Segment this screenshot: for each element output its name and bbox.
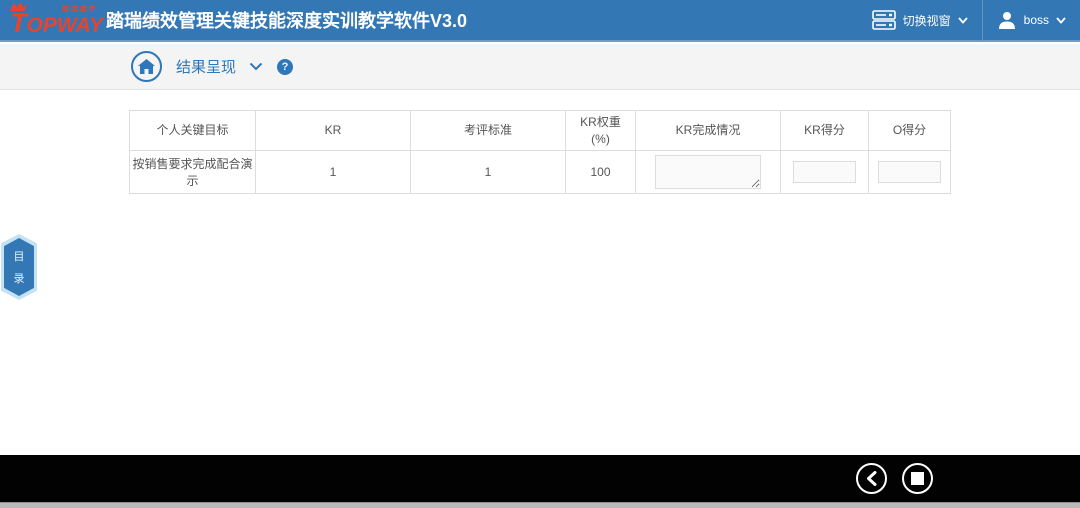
app-title: 踏瑞绩效管理关键技能深度实训教学软件V3.0 xyxy=(106,7,467,33)
chevron-left-icon xyxy=(866,471,877,486)
col-header-weight: KR权重 (%) xyxy=(566,111,636,151)
bottom-control-bar xyxy=(0,455,1080,502)
cell-standard: 1 xyxy=(411,151,566,194)
stop-icon xyxy=(911,472,924,485)
chevron-down-icon xyxy=(958,17,968,24)
brand-logo: 踏瑞软件 TOPWAY xyxy=(8,1,100,39)
kr-completion-textarea[interactable] xyxy=(655,155,761,189)
help-icon[interactable]: ? xyxy=(277,59,293,75)
nav-dropdown-chevron[interactable] xyxy=(249,62,263,71)
logo-letter-t: T xyxy=(10,8,27,38)
col-header-completion: KR完成情况 xyxy=(636,111,781,151)
stop-button[interactable] xyxy=(902,463,933,494)
taskbar-strip xyxy=(0,502,1080,508)
o-score-input[interactable] xyxy=(878,161,941,183)
cell-kr: 1 xyxy=(256,151,411,194)
user-menu-button[interactable]: boss xyxy=(983,0,1080,40)
logo-wordmark: TOPWAY xyxy=(10,10,103,37)
col-header-standard: 考评标准 xyxy=(411,111,566,151)
toc-label-top: 目 xyxy=(14,248,25,264)
cell-objective: 按销售要求完成配合演示 xyxy=(130,151,256,194)
col-header-kr: KR xyxy=(256,111,411,151)
home-button[interactable] xyxy=(131,51,162,82)
page-title: 结果呈现 xyxy=(176,56,236,77)
col-header-kr-score: KR得分 xyxy=(781,111,869,151)
toc-label-bottom: 录 xyxy=(14,270,25,286)
cell-kr-score xyxy=(781,151,869,194)
results-table: 个人关键目标 KR 考评标准 KR权重 (%) KR完成情况 KR得分 O得分 … xyxy=(129,110,951,194)
home-icon xyxy=(138,59,155,74)
chevron-down-icon xyxy=(1056,17,1066,24)
app-window: 踏瑞软件 TOPWAY 踏瑞绩效管理关键技能深度实训教学软件V3.0 切换视窗 xyxy=(0,0,1080,508)
header-right-controls: 切换视窗 boss xyxy=(858,0,1080,40)
table-header-row: 个人关键目标 KR 考评标准 KR权重 (%) KR完成情况 KR得分 O得分 xyxy=(130,111,951,151)
top-header: 踏瑞软件 TOPWAY 踏瑞绩效管理关键技能深度实训教学软件V3.0 切换视窗 xyxy=(0,0,1080,42)
toc-tab-body: 目 录 xyxy=(4,238,34,296)
logo-letters-rest: OPWAY xyxy=(27,14,104,37)
back-button[interactable] xyxy=(856,463,887,494)
chevron-down-icon xyxy=(249,62,263,71)
toc-side-tab[interactable]: 目 录 xyxy=(1,234,37,300)
cell-completion xyxy=(636,151,781,194)
switch-window-label: 切换视窗 xyxy=(903,12,951,29)
col-header-o-score: O得分 xyxy=(869,111,951,151)
results-table-container: 个人关键目标 KR 考评标准 KR权重 (%) KR完成情况 KR得分 O得分 … xyxy=(129,110,951,194)
kr-score-input[interactable] xyxy=(793,161,856,183)
switch-window-button[interactable]: 切换视窗 xyxy=(858,0,982,40)
cell-o-score xyxy=(869,151,951,194)
user-icon xyxy=(997,10,1017,30)
window-stack-icon xyxy=(872,10,896,30)
cell-weight: 100 xyxy=(566,151,636,194)
table-row: 按销售要求完成配合演示 1 1 100 xyxy=(130,151,951,194)
help-glyph: ? xyxy=(282,61,289,73)
col-header-objective: 个人关键目标 xyxy=(130,111,256,151)
sub-toolbar: 结果呈现 ? xyxy=(0,44,1080,90)
username-label: boss xyxy=(1024,13,1049,27)
